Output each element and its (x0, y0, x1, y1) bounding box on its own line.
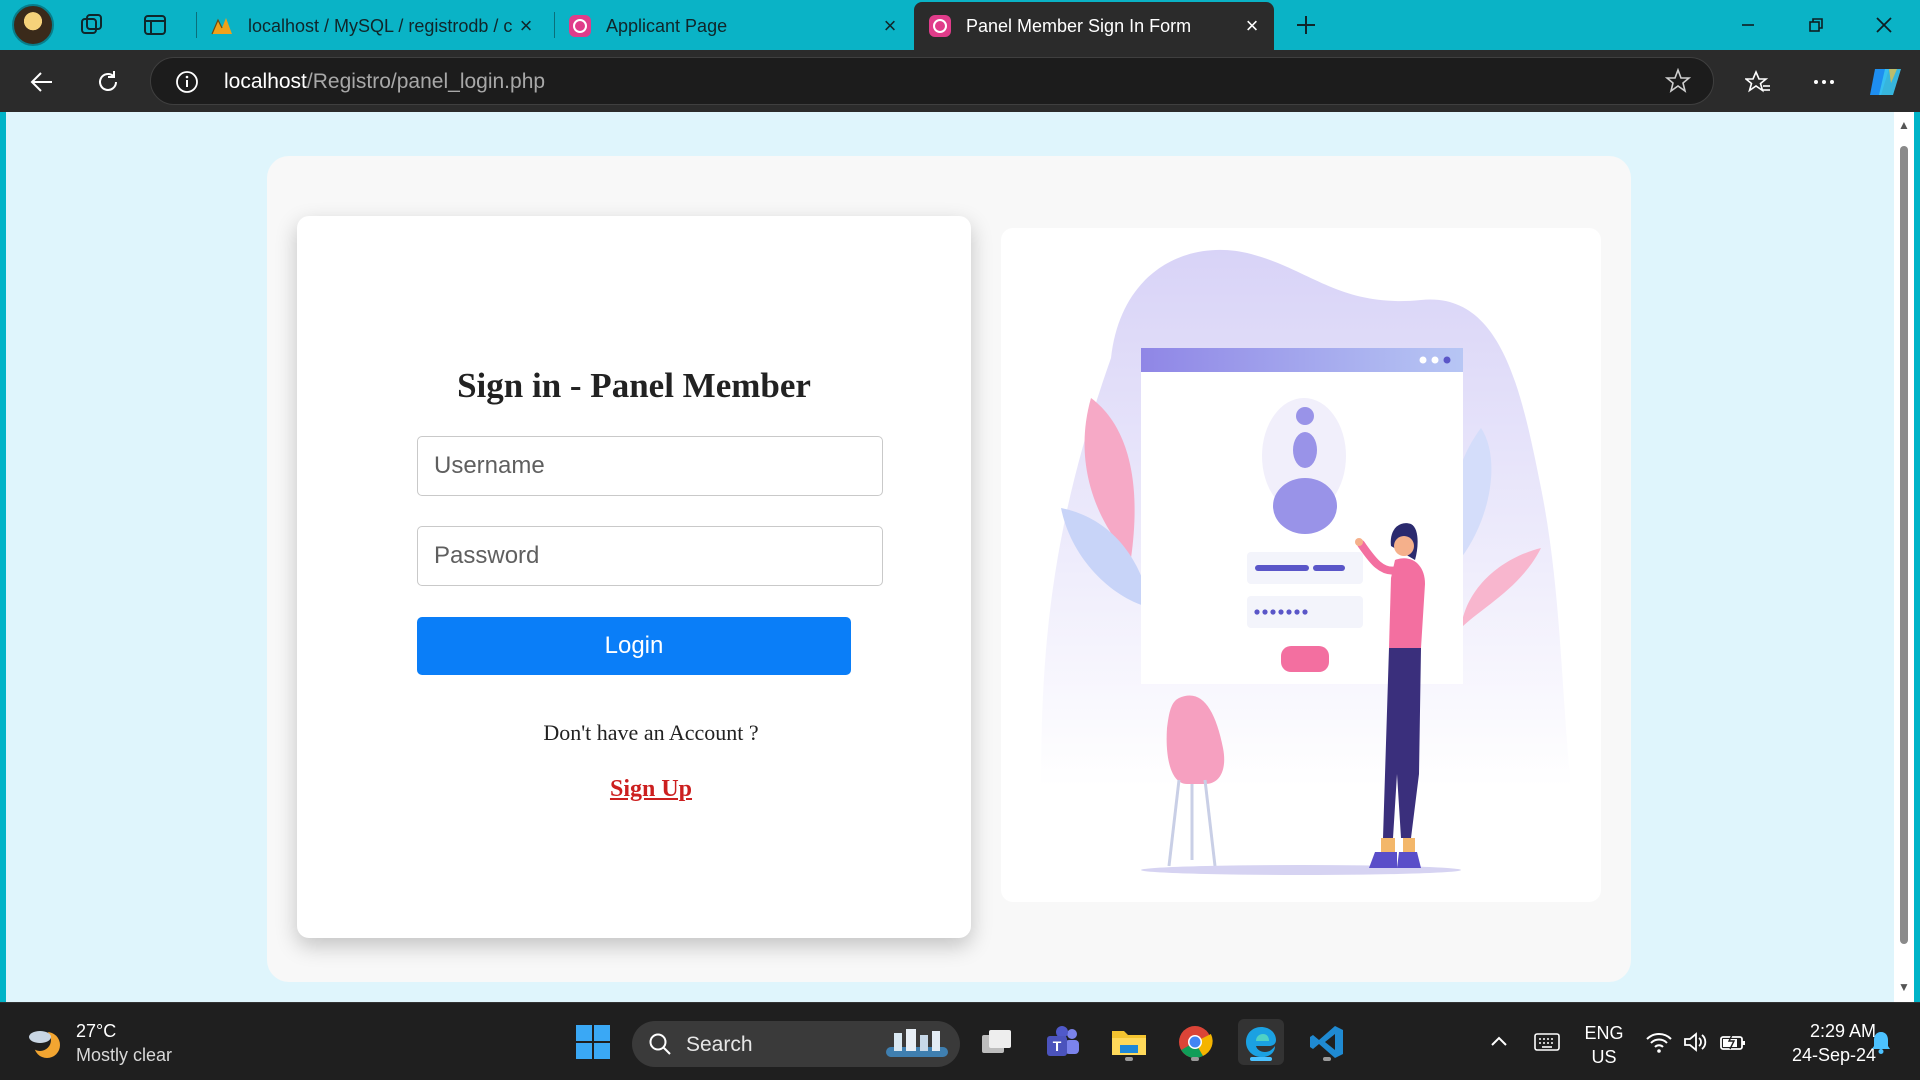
form-title: Sign in - Panel Member (457, 366, 811, 405)
scroll-up-icon[interactable]: ▲ (1897, 118, 1911, 132)
task-view-icon[interactable] (974, 1019, 1020, 1065)
tab-applicant-page[interactable]: Applicant Page × (554, 2, 912, 50)
tab-phpmyadmin[interactable]: localhost / MySQL / registrodb / c × (196, 2, 548, 50)
close-icon[interactable]: × (878, 14, 902, 38)
login-illustration (1001, 228, 1601, 902)
url-path: /Registro/panel_login.php (306, 70, 546, 93)
tab-title: Applicant Page (606, 15, 728, 36)
more-options-icon[interactable] (1804, 62, 1844, 102)
notification-bell-icon[interactable] (1858, 1019, 1904, 1065)
page-scrollbar[interactable]: ▲ ▼ (1894, 112, 1914, 1002)
running-indicator (1323, 1057, 1331, 1061)
phpmyadmin-icon (211, 18, 232, 35)
weather-temperature[interactable]: 27°C (76, 1021, 116, 1042)
url-text[interactable]: localhost/Registro/panel_login.php (224, 70, 545, 94)
start-button[interactable] (570, 1019, 616, 1065)
address-bar[interactable]: localhost/Registro/panel_login.php (150, 57, 1714, 105)
close-icon[interactable]: × (514, 14, 538, 38)
running-indicator (1250, 1057, 1272, 1061)
tab-title: localhost / MySQL / registrodb / c (248, 15, 513, 36)
login-illustration-graphic (1041, 249, 1571, 875)
tab-panel-member-sign-in[interactable]: Panel Member Sign In Form × (914, 2, 1274, 50)
search-label: Search (686, 1033, 753, 1056)
site-favicon-icon (569, 15, 591, 37)
refresh-button[interactable] (88, 62, 128, 102)
workspaces-icon[interactable] (74, 7, 110, 43)
search-icon (649, 1033, 671, 1055)
url-host: localhost (224, 70, 307, 93)
taskbar-search[interactable]: Search (632, 1021, 960, 1067)
close-icon[interactable]: × (1240, 14, 1264, 38)
browser-toolbar: localhost/Registro/panel_login.php (0, 50, 1920, 112)
profile-avatar[interactable] (12, 4, 54, 46)
tab-strip: localhost / MySQL / registrodb / c × App… (0, 0, 1920, 50)
weather-moon-icon[interactable] (26, 1023, 64, 1061)
sign-in-form-card: Sign in - Panel Member Login Don't have … (297, 216, 971, 938)
keyboard-icon[interactable] (1524, 1019, 1570, 1065)
scroll-thumb[interactable] (1900, 146, 1908, 944)
show-hidden-icons-icon[interactable] (1476, 1019, 1522, 1065)
weather-description[interactable]: Mostly clear (76, 1045, 172, 1066)
language-region[interactable]: US (1576, 1047, 1632, 1068)
copilot-icon[interactable] (1866, 62, 1906, 102)
running-indicator (1125, 1057, 1133, 1061)
language-code[interactable]: ENG (1576, 1023, 1632, 1044)
vscode-icon[interactable] (1304, 1019, 1350, 1065)
username-input[interactable] (417, 436, 883, 496)
login-button[interactable]: Login (417, 617, 851, 675)
no-account-text: Don't have an Account ? (543, 720, 759, 745)
new-tab-icon[interactable] (1288, 7, 1324, 43)
sign-up-link[interactable]: Sign Up (297, 776, 1005, 803)
info-icon[interactable] (175, 70, 199, 94)
file-explorer-icon[interactable] (1106, 1019, 1152, 1065)
minimize-button[interactable] (1714, 0, 1782, 50)
scroll-down-icon[interactable]: ▼ (1897, 980, 1911, 994)
tab-title: Panel Member Sign In Form (966, 15, 1192, 36)
battery-icon[interactable] (1710, 1019, 1756, 1065)
favorites-icon[interactable] (1738, 62, 1778, 102)
edge-icon[interactable] (1238, 1019, 1284, 1065)
close-window-button[interactable] (1850, 0, 1918, 50)
svg-text:T: T (1053, 1038, 1062, 1054)
back-button[interactable] (22, 62, 62, 102)
search-highlight-icon (886, 1029, 948, 1057)
favorite-star-icon[interactable] (1665, 68, 1691, 94)
page-viewport: Sign in - Panel Member Login Don't have … (6, 112, 1894, 1002)
chrome-icon[interactable] (1172, 1019, 1218, 1065)
running-indicator (1191, 1057, 1199, 1061)
restore-button[interactable] (1782, 0, 1850, 50)
teams-icon[interactable]: T (1040, 1019, 1086, 1065)
site-favicon-icon (929, 15, 951, 37)
windows-taskbar: 27°C Mostly clear Search T ENG US 2:29 A… (0, 1002, 1920, 1080)
password-input[interactable] (417, 526, 883, 586)
tab-actions-icon[interactable] (137, 7, 173, 43)
